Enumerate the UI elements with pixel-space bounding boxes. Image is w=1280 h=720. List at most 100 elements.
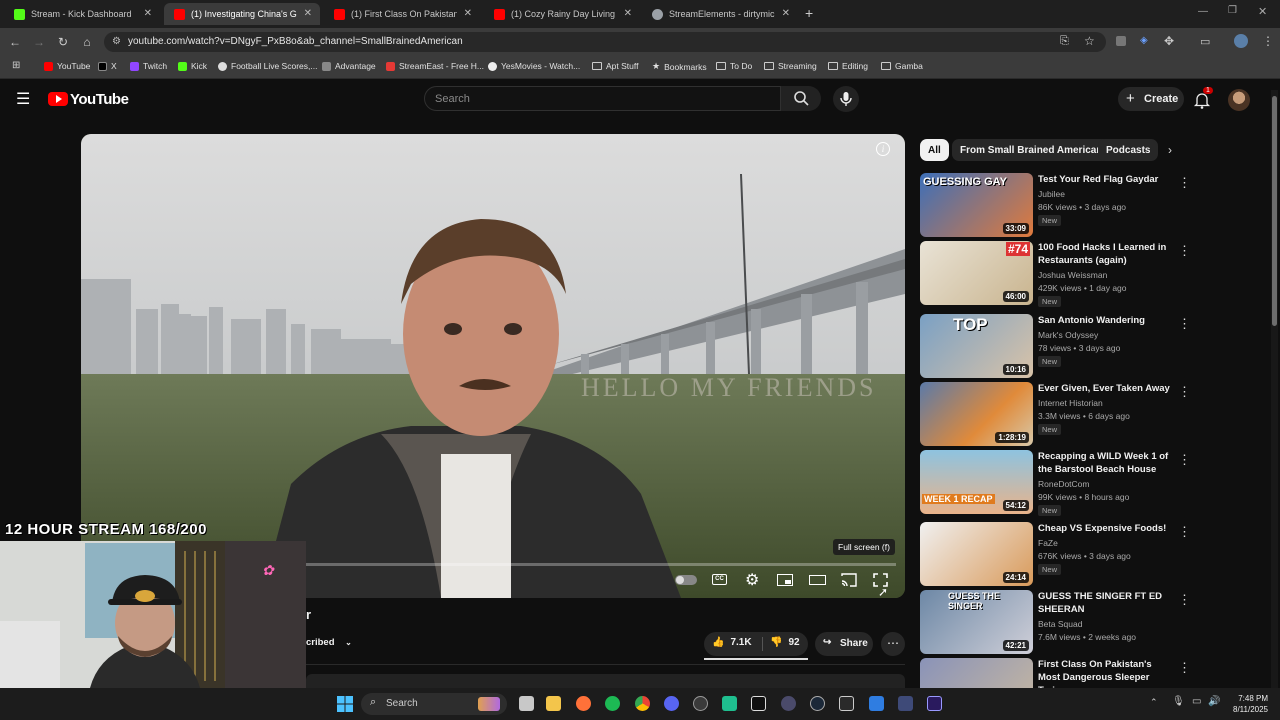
home-icon[interactable]: ⌂ — [80, 35, 94, 49]
taskbar-search[interactable]: ⌕ Search — [361, 693, 507, 715]
video-thumbnail[interactable]: GUESS THE SINGER 42:21 — [920, 590, 1033, 654]
more-options-icon[interactable]: ⋮ — [1178, 660, 1191, 676]
close-tab-icon[interactable]: ✕ — [782, 8, 790, 19]
video-thumbnail[interactable]: GUESSING GAY 33:09 — [920, 173, 1033, 237]
tab-streamelements[interactable]: StreamElements - dirtymichael ✕ — [642, 3, 798, 25]
windows-start-icon[interactable] — [337, 696, 353, 712]
system-clock[interactable]: 7:48 PM 8/11/2025 — [1226, 693, 1268, 715]
bookmark-folder-to-do[interactable]: To Do — [716, 61, 752, 71]
forward-arrow-icon[interactable]: → — [32, 35, 46, 49]
chrome-icon[interactable] — [635, 696, 650, 711]
url-text[interactable]: youtube.com/watch?v=DNgyF_PxB8o&ab_chann… — [128, 36, 463, 47]
video-thumbnail[interactable] — [920, 658, 1033, 688]
close-tab-icon[interactable]: ✕ — [624, 8, 632, 19]
channel-name[interactable]: Jubilee — [1038, 189, 1065, 199]
chip-podcasts[interactable]: Podcasts — [1098, 139, 1159, 161]
settings-gear-icon[interactable]: ⚙ — [745, 570, 759, 590]
channel-name[interactable]: RoneDotCom — [1038, 479, 1090, 489]
network-icon[interactable]: ▭ — [1192, 696, 1201, 707]
more-options-icon[interactable]: ⋮ — [1178, 592, 1191, 608]
video-title[interactable]: Recapping a WILD Week 1 of the Barstool … — [1038, 450, 1170, 476]
app-icon[interactable] — [781, 696, 796, 711]
close-tab-icon[interactable]: ✕ — [464, 8, 472, 19]
close-tab-icon[interactable]: ✕ — [144, 8, 152, 19]
video-thumbnail[interactable]: #74 46:00 — [920, 241, 1033, 305]
volume-icon[interactable]: 🔊 — [1208, 696, 1220, 707]
bookmark-kick[interactable]: Kick — [178, 61, 207, 71]
app-icon[interactable] — [869, 696, 884, 711]
firefox-icon[interactable] — [576, 696, 591, 711]
video-thumbnail[interactable]: WEEK 1 RECAP 54:12 — [920, 450, 1033, 514]
more-options-icon[interactable]: ⋮ — [1178, 316, 1191, 332]
bookmark-bookmarks[interactable]: ★ Bookmarks — [652, 61, 707, 72]
microphone-icon[interactable]: 🎙 — [1172, 696, 1185, 707]
recommendation-item[interactable]: TOP 10:16 San Antonio Wandering Mark's O… — [920, 314, 1195, 380]
obs-icon[interactable] — [693, 696, 708, 711]
more-options-icon[interactable]: ⋮ — [1178, 452, 1191, 468]
video-title[interactable]: First Class On Pakistan's Most Dangerous… — [1038, 658, 1170, 688]
bookmark-streameast[interactable]: StreamEast - Free H... — [386, 61, 484, 71]
bookmark-football[interactable]: Football Live Scores,... — [218, 61, 317, 71]
file-explorer-icon[interactable] — [546, 696, 561, 711]
chip-from-channel[interactable]: From Small Brained American — [952, 139, 1111, 161]
channel-name[interactable]: FaZe — [1038, 538, 1058, 548]
bookmark-folder-editing[interactable]: Editing — [828, 61, 868, 71]
recommendation-item[interactable]: WEEK 1 RECAP 54:12 Recapping a WILD Week… — [920, 450, 1195, 516]
app-icon[interactable] — [722, 696, 737, 711]
recommendation-item[interactable]: GUESSING GAY 33:09 Test Your Red Flag Ga… — [920, 173, 1195, 239]
tab-cozy-rainy-day[interactable]: (1) Cozy Rainy Day Living in my ✕ — [484, 3, 640, 25]
chevron-up-icon[interactable]: ⌃ — [1150, 697, 1158, 708]
tab-first-class-pakistan[interactable]: (1) First Class On Pakistan's Mo ✕ — [324, 3, 480, 25]
bookmark-youtube[interactable]: YouTube — [44, 61, 90, 71]
close-tab-icon[interactable]: ✕ — [304, 8, 312, 19]
tab-investigating-china[interactable]: (1) Investigating China's Greate ✕ — [164, 3, 320, 25]
description-box[interactable] — [306, 674, 905, 688]
video-thumbnail[interactable]: 1:28:19 — [920, 382, 1033, 446]
recommendation-item[interactable]: GUESS THE SINGER 42:21 GUESS THE SINGER … — [920, 590, 1195, 656]
extension-icon[interactable] — [1116, 36, 1126, 46]
account-avatar[interactable] — [1228, 89, 1250, 111]
search-input[interactable]: Search — [424, 86, 781, 111]
video-title[interactable]: GUESS THE SINGER FT ED SHEERAN — [1038, 590, 1170, 616]
chip-all[interactable]: All — [920, 139, 949, 161]
dislike-button[interactable]: 👎 92 — [770, 637, 800, 648]
video-title[interactable]: Ever Given, Ever Taken Away — [1038, 382, 1170, 395]
chevron-right-icon[interactable]: › — [1168, 143, 1172, 157]
captions-icon[interactable]: CC — [712, 574, 727, 585]
maximize-button[interactable]: ❐ — [1228, 5, 1237, 16]
extension-icon[interactable]: ◈ — [1140, 35, 1148, 46]
more-options-icon[interactable]: ⋮ — [1178, 175, 1191, 191]
bookmark-folder-gamba[interactable]: Gamba — [881, 61, 923, 71]
address-bar[interactable]: ⚙ youtube.com/watch?v=DNgyF_PxB8o&ab_cha… — [104, 32, 1106, 52]
more-options-icon[interactable]: ⋮ — [1178, 243, 1191, 259]
recommendation-item[interactable]: 24:14 Cheap VS Expensive Foods! FaZe 676… — [920, 522, 1195, 588]
recommendation-item[interactable]: 1:28:19 Ever Given, Ever Taken Away Inte… — [920, 382, 1195, 448]
back-arrow-icon[interactable]: ← — [8, 35, 22, 49]
task-view-icon[interactable] — [519, 696, 534, 711]
recommendation-item[interactable]: First Class On Pakistan's Most Dangerous… — [920, 658, 1195, 688]
info-icon[interactable]: i — [876, 142, 890, 156]
create-button[interactable]: + Create — [1118, 87, 1184, 111]
bookmark-twitch[interactable]: Twitch — [130, 61, 167, 71]
apps-grid-icon[interactable]: ⊞ — [12, 60, 20, 71]
bookmark-yesmovies[interactable]: YesMovies - Watch... — [488, 61, 580, 71]
more-options-icon[interactable]: ⋮ — [1178, 524, 1191, 540]
discord-icon[interactable] — [664, 696, 679, 711]
voice-search-button[interactable] — [833, 86, 859, 112]
channel-name[interactable]: Joshua Weissman — [1038, 270, 1107, 280]
search-button[interactable] — [781, 86, 821, 111]
puzzle-icon[interactable]: ✥ — [1164, 34, 1174, 48]
install-icon[interactable]: ⎘ — [1060, 35, 1069, 48]
bookmark-advantage[interactable]: Advantage — [322, 61, 376, 71]
more-options-icon[interactable]: ⋮ — [1178, 384, 1191, 400]
tab-kick-dashboard[interactable]: Stream - Kick Dashboard ✕ — [4, 3, 160, 25]
minimize-button[interactable]: — — [1198, 6, 1208, 17]
bookmark-star-icon[interactable]: ☆ — [1084, 34, 1095, 48]
subscribed-button[interactable]: cribed ⌄ — [306, 637, 352, 648]
bookmark-folder-apt-stuff[interactable]: Apt Stuff — [592, 61, 638, 71]
new-tab-button[interactable]: + — [805, 5, 813, 21]
app-icon[interactable] — [898, 696, 913, 711]
video-title[interactable]: San Antonio Wandering — [1038, 314, 1170, 327]
reload-icon[interactable]: ↻ — [56, 35, 70, 49]
channel-name[interactable]: Internet Historian — [1038, 398, 1103, 408]
